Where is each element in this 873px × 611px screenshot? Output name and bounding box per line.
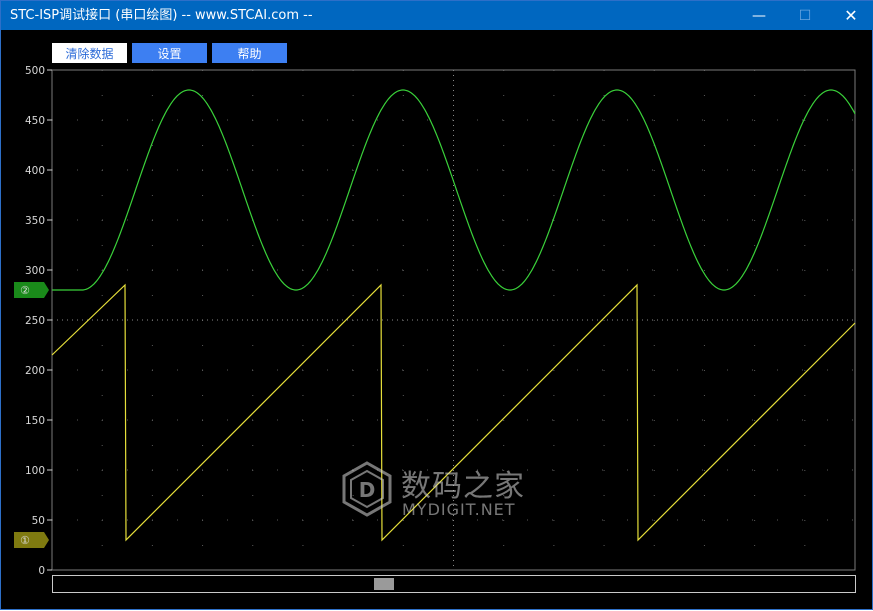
watermark-text-en: MYDIGIT.NET (402, 500, 516, 519)
y-tick-label: 300 (25, 265, 45, 277)
watermark-logo-icon: D (342, 461, 392, 517)
watermark: D 数码之家 MYDIGIT.NET (341, 461, 541, 519)
series-marker-label: ① (20, 534, 30, 547)
y-tick-label: 200 (25, 365, 45, 377)
series-marker-label: ② (20, 284, 30, 297)
y-tick-label: 500 (25, 65, 45, 77)
plot-canvas: 0 50 100 150 200 250 300 350 400 450 500 ② ① (14, 65, 856, 577)
watermark-logo-letter: D (359, 478, 376, 502)
watermark-text-cn: 数码之家 (401, 469, 525, 504)
app-window: STC-ISP调试接口 (串口绘图) -- www.STCAI.com -- —… (0, 0, 873, 610)
scrollbar-thumb[interactable] (374, 578, 394, 590)
y-tick-label: 100 (25, 465, 45, 477)
y-axis: 0 50 100 150 200 250 300 350 400 450 500 (25, 65, 52, 577)
y-tick-label: 400 (25, 165, 45, 177)
y-tick-label: 150 (25, 415, 45, 427)
y-tick-label: 0 (38, 565, 45, 577)
y-tick-label: 250 (25, 315, 45, 327)
horizontal-scrollbar[interactable] (52, 575, 856, 593)
y-tick-label: 50 (32, 515, 45, 527)
y-tick-label: 350 (25, 215, 45, 227)
y-tick-label: 450 (25, 115, 45, 127)
